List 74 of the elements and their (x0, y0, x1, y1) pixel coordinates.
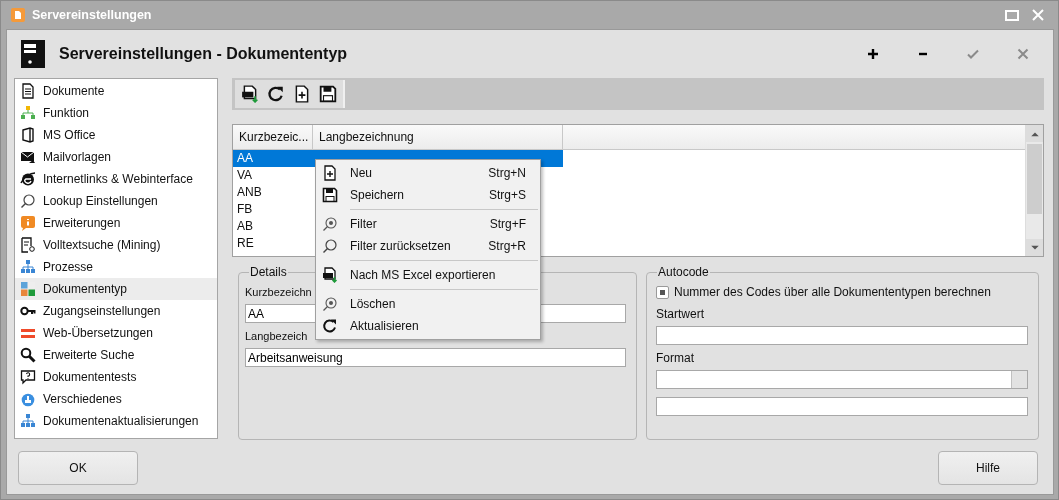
checkbox-label: Nummer des Codes über alle Dokumententypen berechnen (674, 285, 991, 299)
sidebar-item[interactable]: Erweiterte Suche (15, 344, 217, 366)
menu-item[interactable]: Nach MS Excel exportieren (316, 264, 540, 286)
sidebar-item[interactable]: Erweiterungen (15, 212, 217, 234)
magnifier-icon (20, 193, 36, 209)
sidebar-item[interactable]: Dokumententyp (15, 278, 217, 300)
menu-item[interactable]: Neu Strg+N (316, 162, 540, 184)
browser-icon (20, 171, 36, 187)
table-cell[interactable]: AB (233, 218, 313, 235)
hierarchy-icon (20, 259, 36, 275)
tiles-icon (20, 281, 36, 297)
refresh-icon[interactable] (267, 85, 285, 103)
input-field[interactable] (656, 326, 1028, 345)
column-header[interactable]: Langbezeichnung (313, 125, 563, 149)
table-cell[interactable]: VA (233, 167, 313, 184)
plus-icon[interactable] (865, 46, 881, 62)
filter-icon (322, 296, 338, 312)
document-search-icon (20, 237, 36, 253)
dropdown-field[interactable] (656, 370, 1028, 389)
magnifier-icon (322, 238, 338, 254)
sidebar-item[interactable]: Prozesse (15, 256, 217, 278)
new-document-icon (322, 165, 338, 181)
save-icon (322, 187, 338, 203)
sidebar-item[interactable]: Dokumententests (15, 366, 217, 388)
refresh-icon (322, 318, 338, 334)
input-field[interactable]: Arbeitsanweisung (245, 348, 626, 367)
new-document-icon[interactable] (293, 85, 311, 103)
envelope-icon (20, 149, 36, 165)
field-label: Kurzbezeichn (245, 285, 313, 300)
help-button[interactable]: Hilfe (938, 451, 1038, 485)
menu-item[interactable]: Speichern Strg+S (316, 184, 540, 206)
hierarchy-icon (20, 413, 36, 429)
table-cell[interactable]: AA (233, 150, 313, 167)
scroll-thumb[interactable] (1027, 144, 1042, 214)
sidebar-item[interactable]: Volltextsuche (Mining) (15, 234, 217, 256)
input-field[interactable] (656, 397, 1028, 416)
group-title: Details (249, 265, 288, 279)
table-cell[interactable]: FB (233, 201, 313, 218)
sidebar-item[interactable]: Mailvorlagen (15, 146, 217, 168)
group-title: Autocode (657, 265, 710, 279)
sidebar-item[interactable]: Internetlinks & Webinterface (15, 168, 217, 190)
table-cell[interactable]: ANB (233, 184, 313, 201)
table-cell[interactable]: RE (233, 235, 313, 252)
ok-button[interactable]: OK (18, 451, 138, 485)
checkbox[interactable] (656, 285, 669, 299)
org-chart-icon (20, 105, 36, 121)
sidebar-item[interactable]: Web-Übersetzungen (15, 322, 217, 344)
window-title: Servereinstellungen (32, 8, 152, 22)
menu-item[interactable]: Filter Strg+F (316, 213, 540, 235)
menu-item[interactable]: Filter zurücksetzen Strg+R (316, 235, 540, 257)
question-bubble-icon (20, 369, 36, 385)
export-icon[interactable] (241, 85, 259, 103)
field-label: Langbezeich (245, 329, 309, 344)
scrollbar[interactable] (1025, 125, 1043, 256)
menu-item[interactable]: Löschen (316, 293, 540, 315)
export-icon (322, 267, 338, 283)
field-label: Startwert (656, 306, 705, 322)
sidebar-item[interactable]: Funktion (15, 102, 217, 124)
search-icon (20, 347, 36, 363)
save-icon[interactable] (319, 85, 337, 103)
field-label: Format (656, 350, 695, 366)
filter-icon (322, 216, 338, 232)
sidebar-item[interactable]: Dokumentenaktualisierungen (15, 410, 217, 432)
sidebar-item[interactable]: Lookup Einstellungen (15, 190, 217, 212)
document-icon (20, 83, 36, 99)
sidebar-item[interactable]: Dokumente (15, 80, 217, 102)
sidebar-item[interactable]: Zugangseinstellungen (15, 300, 217, 322)
info-icon (20, 215, 36, 231)
menu-item[interactable]: Aktualisieren (316, 315, 540, 337)
sidebar-item[interactable]: Verschiedenes (15, 388, 217, 410)
column-header[interactable]: Kurzbezeic... (233, 125, 313, 149)
sidebar-item[interactable]: MS Office (15, 124, 217, 146)
app-icon (10, 7, 26, 23)
dialog-heading: Servereinstellungen - Dokumententyp (59, 45, 348, 63)
